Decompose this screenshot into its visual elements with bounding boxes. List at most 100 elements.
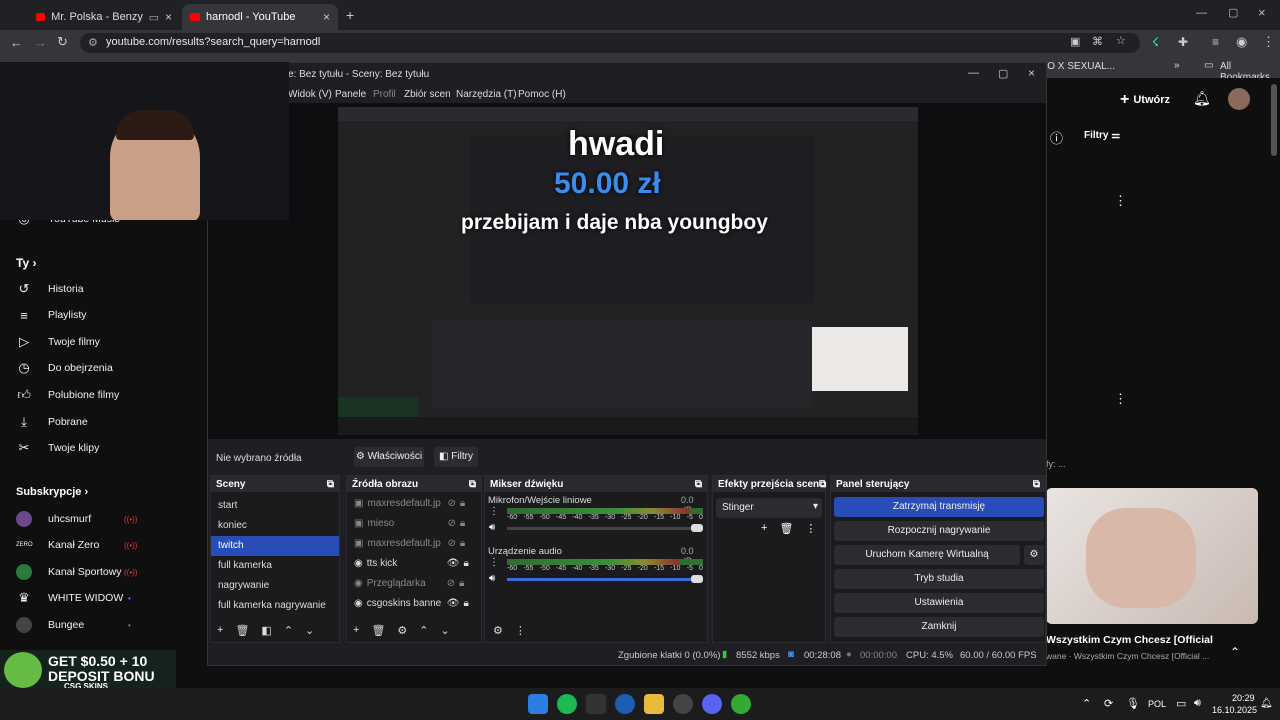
source-item[interactable]: ▣ mieso ⊘ 🔒︎ xyxy=(347,514,481,534)
subscription-item[interactable]: ♛ WHITE WIDOW • xyxy=(16,585,131,611)
exit-button[interactable]: Zamknij xyxy=(834,617,1044,637)
video-channel[interactable]: wane · Wszystkim Czym Chcesz [Official .… xyxy=(1046,651,1214,661)
slider-handle[interactable] xyxy=(691,524,703,532)
subscription-item[interactable]: ZERO Kanał Zero ((•)) xyxy=(16,532,137,558)
language-indicator[interactable]: POL xyxy=(1148,699,1166,709)
lock-icon[interactable]: 🔒︎ xyxy=(460,518,465,530)
maximize-icon[interactable]: ▢ xyxy=(998,67,1008,80)
chevron-up-icon[interactable]: ⌃ xyxy=(1082,697,1091,710)
properties-button[interactable]: ⚙ Właściwości xyxy=(354,447,424,467)
minimize-icon[interactable]: — xyxy=(1196,7,1207,19)
slider-handle[interactable] xyxy=(691,575,703,583)
source-item[interactable]: ◉ Przeglądarka ⊘ 🔒︎ xyxy=(347,574,481,594)
source-item[interactable]: ▣ maxresdefault.jp ⊘ 🔒︎ xyxy=(347,494,481,514)
transition-select[interactable]: Stinger ▾ xyxy=(716,498,822,518)
extensions-puzzle-icon[interactable]: ✚ xyxy=(1178,35,1188,49)
reload-icon[interactable]: ↻ xyxy=(57,34,68,50)
scene-item-selected[interactable]: twitch xyxy=(211,536,339,556)
more-icon[interactable]: ⋮ xyxy=(489,506,499,517)
create-button[interactable]: + Utwórz xyxy=(1120,90,1170,110)
lock-icon[interactable]: 🔒︎ xyxy=(459,578,464,590)
undock-icon[interactable]: ⧉ xyxy=(1033,479,1040,490)
new-tab-icon[interactable]: + xyxy=(346,7,354,23)
obs-icon[interactable] xyxy=(673,694,693,714)
arrow-up-icon[interactable]: ⌃ xyxy=(284,624,293,637)
visibility-off-icon[interactable]: ⊘ xyxy=(447,518,455,530)
add-icon[interactable]: + xyxy=(761,522,767,535)
visibility-icon[interactable]: 👁︎ xyxy=(447,558,460,570)
profile-icon[interactable]: ◉ xyxy=(1236,34,1247,50)
subscription-item[interactable]: Bungee • xyxy=(16,612,131,638)
more-icon[interactable]: ⋮ xyxy=(489,557,499,568)
trash-icon[interactable]: 🗑︎ xyxy=(779,522,793,535)
browser-tab-active[interactable]: harnodl - YouTube × xyxy=(182,4,338,30)
start-recording-button[interactable]: Rozpocznij nagrywanie xyxy=(834,521,1044,541)
filters-button[interactable]: ◧ Filtry xyxy=(434,447,478,467)
lock-icon[interactable]: 🔒︎ xyxy=(460,498,465,510)
studio-mode-button[interactable]: Tryb studia xyxy=(834,569,1044,589)
visibility-off-icon[interactable]: ⊘ xyxy=(447,498,455,510)
gear-icon[interactable]: ⚙ xyxy=(397,624,407,637)
you-section-title[interactable]: Ty › xyxy=(16,256,36,270)
source-item[interactable]: ◉ csgoskins banne 👁︎ 🔒︎ xyxy=(347,594,481,614)
scrollbar[interactable] xyxy=(1271,84,1277,156)
site-info-icon[interactable]: ⚙ xyxy=(88,36,98,49)
undock-icon[interactable]: ⧉ xyxy=(469,479,476,490)
volume-slider[interactable] xyxy=(507,524,703,532)
scene-item[interactable]: start xyxy=(211,496,339,516)
settings-button[interactable]: Ustawienia xyxy=(834,593,1044,613)
notification-icon[interactable]: 🔔︎ xyxy=(1260,698,1273,709)
speaker-icon[interactable]: 🔊︎ xyxy=(489,522,495,533)
sidebar-item-downloads[interactable]: ⤓ Pobrane xyxy=(16,409,88,435)
sidebar-item-playlists[interactable]: ≡ Playlisty xyxy=(16,302,86,328)
more-icon[interactable]: ⋮ xyxy=(805,522,816,535)
obs-preview[interactable]: hwadi 50.00 zł przebijam i daje nba youn… xyxy=(208,103,1046,439)
subscription-item[interactable]: Kanał Sportowy ((•)) xyxy=(16,559,137,585)
lock-icon[interactable]: 🔒︎ xyxy=(463,598,468,610)
arrow-down-icon[interactable]: ⌄ xyxy=(441,624,450,637)
bookmark-star-icon[interactable]: ☆ xyxy=(1116,34,1126,47)
video-thumbnail[interactable] xyxy=(1046,488,1258,624)
virtual-camera-button[interactable]: Uruchom Kamerę Wirtualną xyxy=(834,545,1020,565)
undock-icon[interactable]: ⧉ xyxy=(695,479,702,490)
back-icon[interactable]: ← xyxy=(10,35,23,50)
gear-icon[interactable]: ⚙ xyxy=(493,624,503,637)
sidebar-item-watch-later[interactable]: ◷ Do obejrzenia xyxy=(16,355,112,381)
scene-item[interactable]: full kamerka xyxy=(211,556,339,576)
scene-filter-icon[interactable]: ◧ xyxy=(261,624,271,637)
menu-icon[interactable]: ⋮ xyxy=(1262,34,1275,50)
lock-icon[interactable]: 🔒︎ xyxy=(463,558,468,570)
visibility-off-icon[interactable]: ⊘ xyxy=(447,538,455,550)
add-icon[interactable]: + xyxy=(353,624,359,637)
browser-tab[interactable]: Mr. Polska - Benzyna (Patry ▭ × xyxy=(28,4,180,30)
source-item[interactable]: ◉ tts kick 👁︎ 🔒︎ xyxy=(347,554,481,574)
menu-profile[interactable]: Profil xyxy=(373,89,396,100)
clock-date[interactable]: 16.10.2025 xyxy=(1212,705,1257,715)
visibility-off-icon[interactable]: ⊘ xyxy=(447,578,455,590)
epic-games-icon[interactable] xyxy=(586,694,606,714)
app-icon[interactable] xyxy=(615,694,635,714)
forward-icon[interactable]: → xyxy=(34,35,47,50)
info-icon[interactable]: ⓘ xyxy=(1050,128,1063,147)
trash-icon[interactable]: 🗑︎ xyxy=(235,624,249,637)
clock-time[interactable]: 20:29 xyxy=(1232,693,1255,703)
menu-view[interactable]: Widok (V) xyxy=(288,89,332,100)
maximize-icon[interactable]: ▢ xyxy=(1228,6,1238,19)
subscription-item[interactable]: uhcsmurf ((•)) xyxy=(16,506,137,532)
lock-icon[interactable]: 🔒︎ xyxy=(460,538,465,550)
more-icon[interactable]: ⋮ xyxy=(1114,391,1127,407)
network-icon[interactable]: ▭ xyxy=(1176,697,1186,710)
close-window-icon[interactable]: × xyxy=(1028,66,1035,80)
arrow-down-icon[interactable]: ⌄ xyxy=(305,624,314,637)
subscriptions-title[interactable]: Subskrypcje › xyxy=(16,486,88,498)
sidebar-item-history[interactable]: ↺ Historia xyxy=(16,276,84,302)
menu-tools[interactable]: Narzędzia (T) xyxy=(456,89,517,100)
volume-slider[interactable] xyxy=(507,575,703,583)
speaker-icon[interactable]: 🔊︎ xyxy=(489,573,495,584)
arrow-up-icon[interactable]: ⌃ xyxy=(419,624,428,637)
discord-icon[interactable] xyxy=(702,694,722,714)
spotify-icon[interactable] xyxy=(557,694,577,714)
more-icon[interactable]: ⋮ xyxy=(515,624,526,637)
media-icon[interactable]: ≡ xyxy=(1212,35,1219,49)
more-icon[interactable]: ⋮ xyxy=(1114,193,1127,209)
